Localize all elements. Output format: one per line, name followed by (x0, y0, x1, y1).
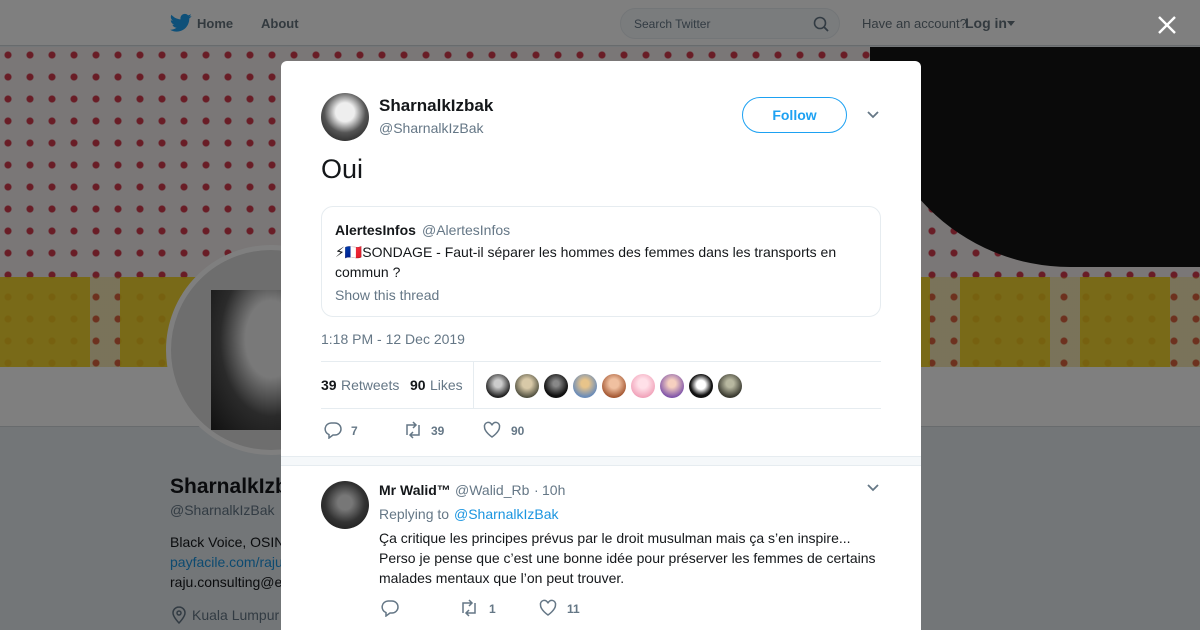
close-icon[interactable] (1156, 14, 1178, 36)
likes-count[interactable]: 90 (410, 377, 426, 393)
reply-count[interactable]: 7 (351, 424, 358, 438)
liker-avatar[interactable] (544, 374, 568, 398)
tweet-timestamp[interactable]: 1:18 PM - 12 Dec 2019 (321, 331, 465, 347)
stats-divider (473, 362, 474, 408)
reply-retweet-count[interactable]: 1 (489, 602, 496, 616)
tweet-modal: SharnalkIzbak @SharnalkIzBak Follow Oui … (281, 61, 921, 630)
reply-text: Ça critique les principes prévus par le … (379, 530, 876, 586)
like-count[interactable]: 90 (511, 424, 524, 438)
reply-actions: 1 11 (381, 599, 861, 619)
replying-to-label: Replying to (379, 506, 450, 522)
tweet-author-handle[interactable]: @SharnalkIzBak (379, 120, 483, 136)
reply-icon[interactable] (324, 421, 342, 439)
tweet-stats: 39 Retweets 90 Likes (321, 361, 881, 409)
liker-avatar[interactable] (689, 374, 713, 398)
replies-divider (281, 456, 921, 466)
retweets-label[interactable]: Retweets (341, 377, 399, 393)
liker-avatar[interactable] (602, 374, 626, 398)
show-thread-link[interactable]: Show this thread (335, 287, 439, 303)
like-icon[interactable] (483, 421, 501, 439)
liker-avatar[interactable] (631, 374, 655, 398)
reply-separator: · (534, 482, 539, 498)
reply-author-name[interactable]: Mr Walid™ (379, 482, 451, 498)
retweet-icon[interactable] (459, 599, 479, 617)
reply-icon[interactable] (381, 599, 399, 617)
retweets-count[interactable]: 39 (321, 377, 337, 393)
tweet-actions: 7 39 90 (321, 421, 881, 441)
chevron-down-icon[interactable] (866, 110, 880, 120)
liker-avatar[interactable] (515, 374, 539, 398)
tweet-text: Oui (321, 154, 364, 184)
liker-avatar[interactable] (718, 374, 742, 398)
quoted-tweet-text: ⚡🇫🇷SONDAGE - Faut-il séparer les hommes … (335, 244, 837, 280)
reply-author-avatar[interactable] (321, 481, 369, 529)
liker-avatar[interactable] (660, 374, 684, 398)
chevron-down-icon[interactable] (866, 483, 880, 493)
quoted-author-handle: @AlertesInfos (422, 222, 511, 238)
retweet-icon[interactable] (403, 421, 423, 439)
tweet-author-name[interactable]: SharnalkIzbak (379, 96, 493, 116)
retweet-count[interactable]: 39 (431, 424, 444, 438)
like-icon[interactable] (539, 599, 557, 617)
reply-time[interactable]: 10h (542, 482, 565, 498)
reply-author-handle[interactable]: @Walid_Rb (455, 482, 529, 498)
quoted-author-name: AlertesInfos (335, 222, 416, 238)
replying-to-link[interactable]: @SharnalkIzBak (454, 506, 558, 522)
liker-avatar[interactable] (486, 374, 510, 398)
follow-button[interactable]: Follow (742, 97, 847, 133)
reply-like-count[interactable]: 11 (567, 602, 580, 616)
likes-label[interactable]: Likes (430, 377, 463, 393)
tweet-author-avatar[interactable] (321, 93, 369, 141)
liker-avatar[interactable] (573, 374, 597, 398)
quoted-tweet[interactable]: AlertesInfos @AlertesInfos ⚡🇫🇷SONDAGE - … (321, 206, 881, 317)
